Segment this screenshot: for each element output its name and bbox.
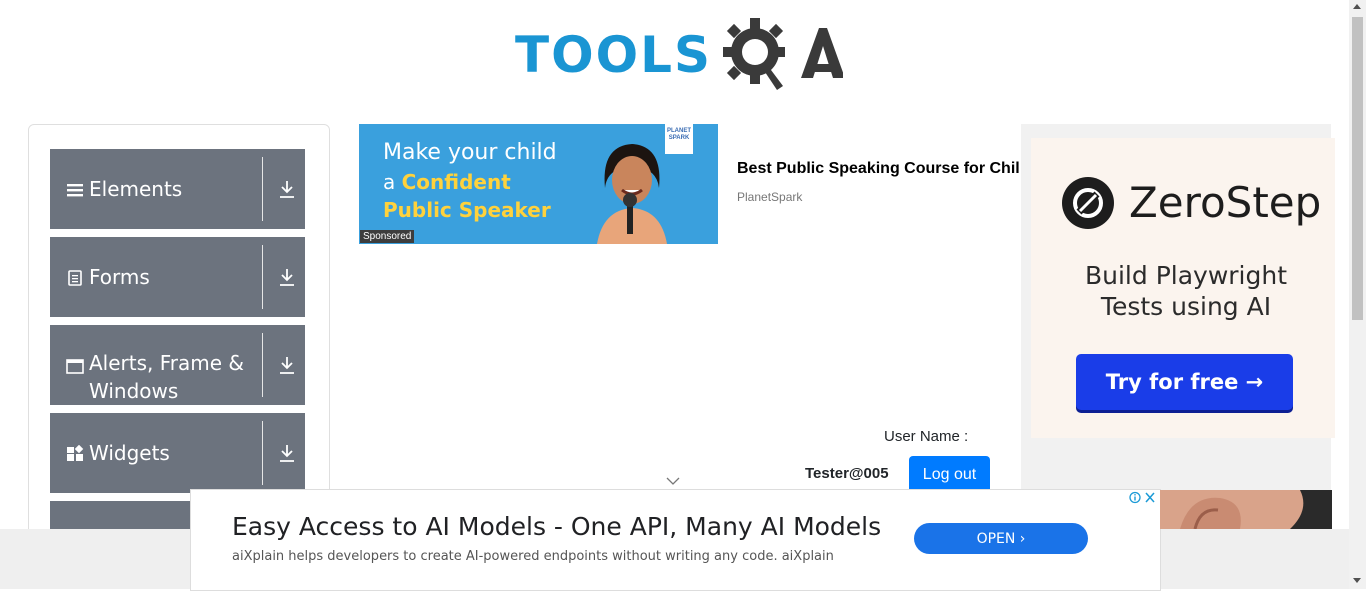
group-elements[interactable]: Elements: [50, 149, 305, 229]
scroll-down-arrow-icon[interactable]: [1353, 578, 1361, 583]
sponsored-ad-image[interactable]: Make your child a Confident Public Speak…: [359, 124, 718, 244]
scroll-thumb[interactable]: [1352, 17, 1363, 320]
ear-image: [1160, 490, 1332, 529]
bottom-banner-ad[interactable]: Easy Access to AI Models - One API, Many…: [190, 489, 1161, 591]
group-partial[interactable]: [50, 501, 190, 529]
divider: [262, 333, 263, 397]
zerostep-tagline: Build Playwright Tests using AI: [1084, 261, 1288, 321]
group-label: Elements: [89, 177, 183, 201]
ad-title-link[interactable]: Best Public Speaking Course for Children: [737, 160, 1020, 178]
group-label: Widgets: [89, 441, 170, 465]
document-icon: [68, 270, 82, 286]
download-icon[interactable]: [278, 355, 296, 375]
vertical-scrollbar[interactable]: [1349, 0, 1366, 589]
group-label: Forms: [89, 265, 150, 289]
child-speaker-image: [597, 144, 667, 244]
logo-text: TOOLS: [515, 26, 712, 84]
download-icon[interactable]: [278, 443, 296, 463]
widgets-icon: [67, 445, 84, 461]
ad-headline[interactable]: Easy Access to AI Models - One API, Many…: [232, 512, 881, 541]
group-widgets[interactable]: Widgets: [50, 413, 305, 493]
planetspark-logo: PLANET SPARK: [665, 124, 693, 154]
download-icon[interactable]: [278, 179, 296, 199]
hamburger-icon: [67, 184, 83, 197]
zerostep-logo-icon: [1062, 177, 1114, 229]
ad-source: PlanetSpark: [737, 190, 803, 204]
open-ad-button[interactable]: OPEN ›: [914, 523, 1088, 554]
group-forms[interactable]: Forms: [50, 237, 305, 317]
ad-ear-image[interactable]: [1160, 490, 1332, 529]
adchoices-close-icon[interactable]: [1128, 490, 1158, 505]
group-alerts-frame-windows[interactable]: Alerts, Frame & Windows: [50, 325, 305, 405]
logo-gear-qa-icon: [723, 18, 843, 90]
download-icon[interactable]: [278, 267, 296, 287]
sponsored-badge: Sponsored: [360, 230, 415, 243]
group-label: Alerts, Frame & Windows: [89, 351, 245, 403]
window-icon: [66, 359, 84, 374]
user-name-label: User Name :: [884, 428, 969, 445]
ad-image-text: Make your child: [383, 140, 557, 165]
chevron-down-icon[interactable]: [666, 476, 680, 486]
left-panel: Elements Forms Alerts, Frame & Windows W…: [28, 124, 330, 546]
site-logo[interactable]: TOOLS: [515, 16, 843, 92]
ad-image-text: Public Speaker: [383, 198, 551, 222]
divider: [262, 245, 263, 309]
ad-description: aiXplain helps developers to create AI-p…: [232, 549, 834, 564]
user-name-value: Tester@005: [805, 465, 889, 482]
try-for-free-button[interactable]: Try for free →: [1076, 354, 1293, 410]
ad-image-text: a Confident: [383, 170, 511, 194]
zerostep-brand: ZeroStep: [1129, 178, 1322, 227]
zerostep-ad[interactable]: ZeroStep Build Playwright Tests using AI…: [1021, 124, 1335, 499]
divider: [262, 157, 263, 221]
zerostep-ad-card: ZeroStep Build Playwright Tests using AI…: [1031, 138, 1335, 438]
scroll-up-arrow-icon[interactable]: [1353, 4, 1361, 9]
divider: [262, 421, 263, 485]
